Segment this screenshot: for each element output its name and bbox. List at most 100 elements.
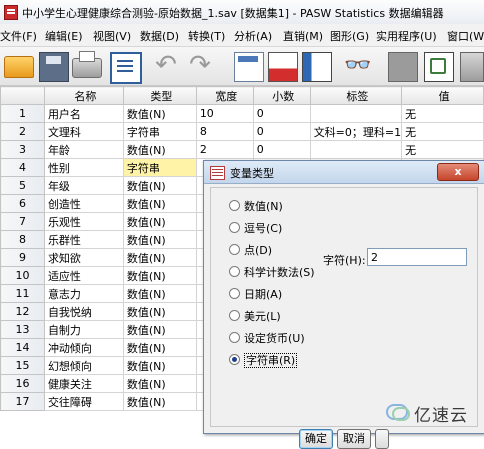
radio-button-icon[interactable] <box>229 288 240 299</box>
insert-case-icon[interactable] <box>268 52 298 82</box>
name-cell[interactable]: 健康关注 <box>43 374 124 393</box>
name-cell[interactable]: 适应性 <box>43 266 124 285</box>
dialog-title-bar[interactable]: 变量类型 x <box>204 161 484 184</box>
radio-dot[interactable]: 点(D) <box>229 242 272 258</box>
menu-file[interactable]: 文件(F) <box>0 28 37 44</box>
type-cell[interactable]: 数值(N) <box>122 338 197 357</box>
decimals-column-header[interactable]: 小数 <box>252 86 311 105</box>
radio-button-selected-icon[interactable] <box>229 354 240 365</box>
row-number[interactable]: 6 <box>0 194 45 213</box>
type-cell[interactable]: 数值(N) <box>122 374 197 393</box>
radio-button-icon[interactable] <box>229 332 240 343</box>
radio-scientific-notation[interactable]: 科学计数法(S) <box>229 264 315 280</box>
row-number[interactable]: 13 <box>0 320 45 339</box>
name-cell[interactable]: 自制力 <box>43 320 124 339</box>
row-number[interactable]: 8 <box>0 230 45 249</box>
name-cell[interactable]: 乐观性 <box>43 212 124 231</box>
row-number[interactable]: 17 <box>0 392 45 411</box>
name-cell[interactable]: 求知欲 <box>43 248 124 267</box>
menu-graphs[interactable]: 图形(G) <box>330 28 369 44</box>
radio-dollar[interactable]: 美元(L) <box>229 308 281 324</box>
menu-view[interactable]: 视图(V) <box>93 28 131 44</box>
type-cell[interactable]: 数值(N) <box>122 104 197 123</box>
type-cell[interactable]: 字符串 <box>122 158 197 177</box>
values-cell[interactable]: 无 <box>401 122 484 141</box>
width-cell[interactable]: 10 <box>195 104 254 123</box>
radio-comma[interactable]: 逗号(C) <box>229 220 282 236</box>
radio-button-icon[interactable] <box>229 222 240 233</box>
name-cell[interactable]: 年龄 <box>43 140 124 159</box>
label-column-header[interactable]: 标签 <box>309 86 403 105</box>
name-cell[interactable]: 文理科 <box>43 122 124 141</box>
ok-button[interactable]: 确定 <box>299 429 333 449</box>
open-folder-icon[interactable] <box>4 56 34 78</box>
row-number[interactable]: 1 <box>0 104 45 123</box>
type-cell[interactable]: 数值(N) <box>122 320 197 339</box>
menu-edit[interactable]: 编辑(E) <box>45 28 83 44</box>
radio-button-icon[interactable] <box>229 310 240 321</box>
dialog-recall-icon[interactable] <box>110 52 142 84</box>
type-cell[interactable]: 数值(N) <box>122 230 197 249</box>
find-icon[interactable]: 👓 <box>344 52 372 80</box>
type-cell[interactable]: 数值(N) <box>122 176 197 195</box>
cancel-button[interactable]: 取消 <box>337 429 371 449</box>
name-cell[interactable]: 自我悦纳 <box>43 302 124 321</box>
undo-icon[interactable]: ↶ <box>152 52 180 80</box>
type-cell[interactable]: 数值(N) <box>122 356 197 375</box>
menu-utilities[interactable]: 实用程序(U) <box>376 28 437 44</box>
decimals-cell[interactable]: 0 <box>252 104 311 123</box>
menu-direct-marketing[interactable]: 直销(M) <box>283 28 323 44</box>
row-number[interactable]: 10 <box>0 266 45 285</box>
weight-cases-icon[interactable] <box>424 52 454 82</box>
radio-button-icon[interactable] <box>229 266 240 277</box>
label-cell[interactable] <box>309 140 403 159</box>
row-number[interactable]: 15 <box>0 356 45 375</box>
name-cell[interactable]: 乐群性 <box>43 230 124 249</box>
name-cell[interactable]: 年级 <box>43 176 124 195</box>
table-row[interactable]: 3 年龄 数值(N) 2 0 无 <box>0 140 484 159</box>
goto-case-icon[interactable] <box>234 52 264 82</box>
radio-custom-currency[interactable]: 设定货币(U) <box>229 330 305 346</box>
type-cell[interactable]: 数值(N) <box>122 302 197 321</box>
row-number[interactable]: 14 <box>0 338 45 357</box>
menu-window[interactable]: 窗口(W) <box>447 28 484 44</box>
menu-analyze[interactable]: 分析(A) <box>234 28 272 44</box>
label-cell[interactable]: 文科=0；理科=1 <box>309 122 403 141</box>
decimals-cell[interactable]: 0 <box>252 140 311 159</box>
row-number[interactable]: 16 <box>0 374 45 393</box>
width-column-header[interactable]: 宽度 <box>195 86 254 105</box>
name-cell[interactable]: 用户名 <box>43 104 124 123</box>
row-number[interactable]: 3 <box>0 140 45 159</box>
type-cell[interactable]: 数值(N) <box>122 266 197 285</box>
type-cell[interactable]: 数值(N) <box>122 140 197 159</box>
values-cell[interactable]: 无 <box>401 104 484 123</box>
radio-numeric[interactable]: 数值(N) <box>229 198 283 214</box>
redo-icon[interactable]: ↷ <box>186 52 214 80</box>
width-cell[interactable]: 8 <box>195 122 254 141</box>
type-cell[interactable]: 字符串 <box>122 122 197 141</box>
type-cell[interactable]: 数值(N) <box>122 212 197 231</box>
radio-date[interactable]: 日期(A) <box>229 286 282 302</box>
decimals-cell[interactable]: 0 <box>252 122 311 141</box>
label-cell[interactable] <box>309 104 403 123</box>
menu-data[interactable]: 数据(D) <box>140 28 179 44</box>
select-cases-icon[interactable] <box>460 52 484 82</box>
help-button[interactable] <box>375 429 389 449</box>
characters-input[interactable] <box>367 248 467 266</box>
close-icon[interactable]: x <box>437 163 479 181</box>
save-icon[interactable] <box>39 52 69 82</box>
type-cell[interactable]: 数值(N) <box>122 392 197 411</box>
type-column-header[interactable]: 类型 <box>122 86 197 105</box>
row-number[interactable]: 5 <box>0 176 45 195</box>
split-file-icon[interactable] <box>388 52 418 82</box>
name-cell[interactable]: 意志力 <box>43 284 124 303</box>
radio-button-icon[interactable] <box>229 200 240 211</box>
type-cell[interactable]: 数值(N) <box>122 194 197 213</box>
row-number[interactable]: 2 <box>0 122 45 141</box>
name-cell[interactable]: 交往障碍 <box>43 392 124 411</box>
menu-transform[interactable]: 转换(T) <box>188 28 225 44</box>
width-cell[interactable]: 2 <box>195 140 254 159</box>
row-number[interactable]: 11 <box>0 284 45 303</box>
radio-button-icon[interactable] <box>229 244 240 255</box>
name-cell[interactable]: 冲动倾向 <box>43 338 124 357</box>
